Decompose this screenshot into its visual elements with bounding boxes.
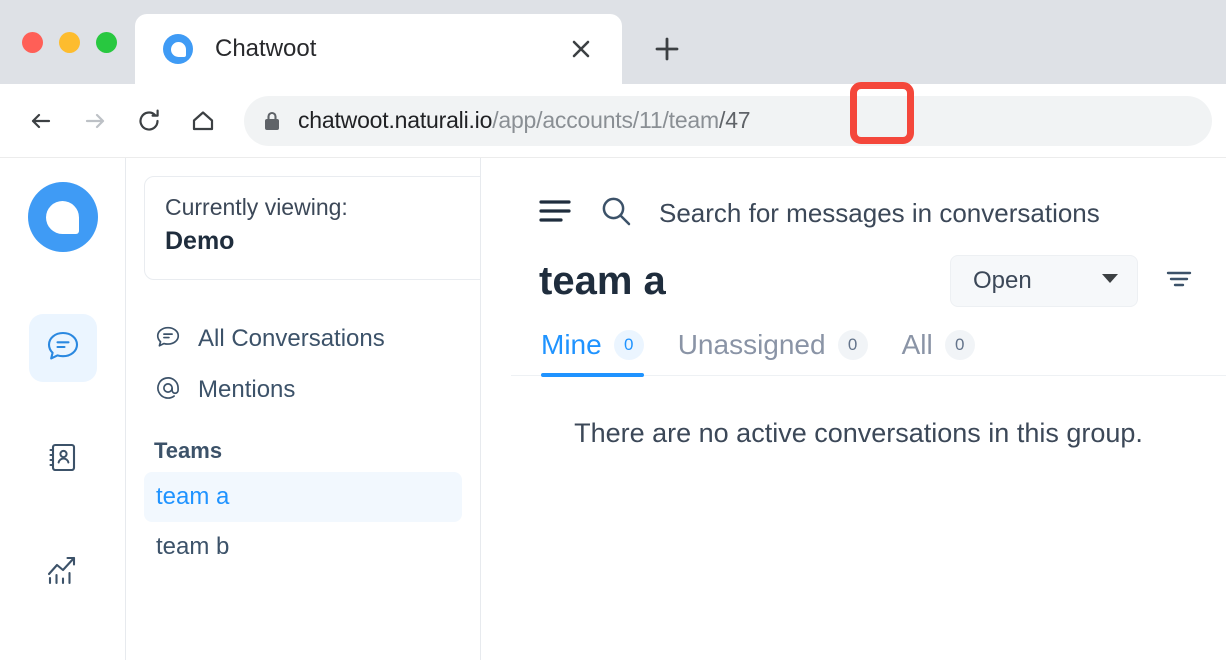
chevron-down-icon (1101, 272, 1119, 290)
sidebar-item-label: All Conversations (198, 325, 385, 353)
rail-item-reports[interactable] (29, 538, 97, 606)
chatwoot-logo-icon (27, 182, 98, 252)
address-bar-url: chatwoot.naturali.io/app/accounts/11/tea… (298, 107, 751, 134)
secondary-sidebar: Currently viewing: Demo All Conversation… (126, 158, 481, 660)
search-bar[interactable]: Search for messages in conversations (511, 158, 1226, 233)
close-icon[interactable] (562, 30, 600, 68)
conversations-panel: Search for messages in conversations tea… (481, 158, 1226, 660)
reload-icon[interactable] (122, 94, 176, 148)
tab-count-badge: 0 (613, 330, 644, 360)
window-close-button[interactable] (22, 31, 43, 53)
status-filter-value: Open (973, 267, 1032, 294)
address-bar[interactable]: chatwoot.naturali.io/app/accounts/11/tea… (244, 81, 1212, 146)
forward-arrow-icon (68, 94, 122, 148)
browser-toolbar: chatwoot.naturali.io/app/accounts/11/tea… (0, 81, 1226, 158)
chatwoot-app: Currently viewing: Demo All Conversation… (0, 158, 1226, 660)
search-icon[interactable] (599, 194, 633, 233)
status-filter-dropdown[interactable]: Open (950, 255, 1138, 307)
sidebar-item-mentions[interactable]: Mentions (126, 365, 480, 416)
sidebar-nav-list: All Conversations Mentions (126, 314, 480, 416)
chart-trend-icon (45, 552, 81, 593)
currently-viewing-account-name: Demo (165, 226, 235, 255)
home-icon[interactable] (176, 94, 230, 148)
tab-count-badge: 0 (944, 330, 975, 360)
browser-window: Chatwoot chatwoot.naturali.io/app/accoun… (0, 0, 1226, 660)
tab-count-badge: 0 (837, 330, 868, 360)
sidebar-section-teams: Teams (154, 437, 223, 463)
tab-label: Mine (541, 329, 602, 360)
url-highlight-segment: /47 (719, 107, 751, 133)
sidebar-item-team-a[interactable]: team a (144, 471, 462, 522)
currently-viewing-card: Currently viewing: Demo (144, 176, 480, 280)
window-traffic-lights (14, 0, 135, 84)
sidebar-item-team-b[interactable]: team b (144, 522, 462, 572)
lock-icon (262, 110, 282, 132)
filter-button[interactable] (1156, 258, 1202, 304)
back-arrow-icon[interactable] (14, 94, 68, 148)
tab-label: All (901, 329, 933, 360)
empty-state-message: There are no active conversations in thi… (574, 418, 1143, 448)
search-input-placeholder[interactable]: Search for messages in conversations (659, 198, 1100, 229)
at-mention-icon (154, 374, 182, 407)
chat-bubble-icon (154, 323, 182, 356)
rail-item-conversations[interactable] (28, 314, 97, 382)
browser-tab-strip: Chatwoot (0, 0, 1226, 84)
contact-book-icon (46, 441, 80, 480)
currently-viewing-label: Currently viewing: (165, 194, 348, 220)
conversation-status-tabs: Mine 0 Unassigned 0 All 0 (511, 307, 1226, 377)
tab-unassigned[interactable]: Unassigned 0 (678, 329, 868, 375)
url-host: chatwoot.naturali.io (298, 107, 493, 133)
annotation-box-url (850, 81, 914, 144)
sidebar-item-all-conversations[interactable]: All Conversations (126, 314, 480, 365)
tab-label: Unassigned (677, 329, 826, 360)
window-minimize-button[interactable] (59, 31, 80, 53)
browser-tab[interactable]: Chatwoot (135, 14, 622, 84)
hamburger-menu-icon[interactable] (539, 198, 573, 229)
panel-header: team a Open (511, 233, 1226, 307)
tab-mine[interactable]: Mine 0 (541, 329, 644, 377)
browser-tab-title: Chatwoot (215, 35, 317, 62)
plus-icon[interactable] (638, 20, 696, 78)
chat-bubble-icon (44, 327, 82, 370)
url-path: /app/accounts/11/team (492, 107, 719, 133)
chatwoot-logo-icon (163, 34, 193, 64)
primary-sidebar-rail (0, 158, 126, 660)
tab-all[interactable]: All 0 (902, 329, 975, 375)
window-maximize-button[interactable] (96, 31, 117, 53)
rail-item-contacts[interactable] (29, 426, 97, 494)
sidebar-item-label: Mentions (198, 376, 296, 404)
filter-icon (1164, 267, 1194, 296)
page-title: team a (539, 258, 666, 303)
